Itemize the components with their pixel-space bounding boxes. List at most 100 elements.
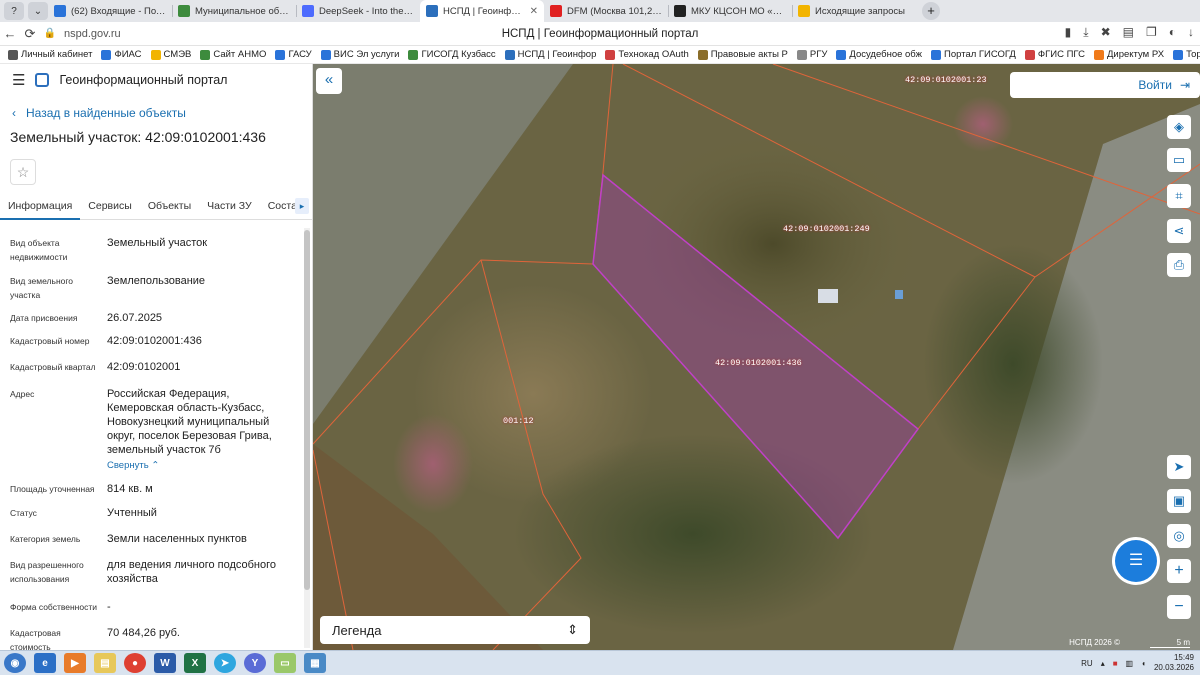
folder-icon xyxy=(798,5,810,17)
collections-icon[interactable]: ❐ xyxy=(1146,25,1157,40)
geolocation-icon[interactable]: ◎ xyxy=(1167,524,1191,548)
menu-icon[interactable]: ☰ xyxy=(12,71,25,89)
browser-tab[interactable]: Исходящие запросы xyxy=(792,0,916,22)
legend-dropdown[interactable]: Легенда ⇕ xyxy=(320,616,590,644)
portal-title: Геоинформационный портал xyxy=(59,73,228,87)
back-to-results-link[interactable]: ‹ Назад в найденные объекты xyxy=(12,106,312,120)
bookmark-icon xyxy=(8,49,18,60)
app-icon[interactable]: ▦ xyxy=(304,653,326,673)
browser-tab[interactable]: МКУ КЦСОН МО «Новок xyxy=(668,0,792,22)
network-icon[interactable]: ▥ xyxy=(1126,659,1134,668)
chevron-up-icon: ⌃ xyxy=(151,460,160,471)
bookmark-item[interactable]: РГУ xyxy=(796,49,827,60)
bookmark-item[interactable]: Досудебное обж xyxy=(836,49,922,60)
print-icon[interactable]: ⎙ xyxy=(1167,253,1191,277)
telegram-icon[interactable]: ➤ xyxy=(214,653,236,673)
word-icon[interactable]: W xyxy=(154,653,176,673)
satellite-imagery xyxy=(313,64,1200,650)
bookmark-icon xyxy=(320,49,331,60)
select-area-icon[interactable]: ⌗ xyxy=(1167,184,1191,208)
scale-bar: 5 m xyxy=(1150,638,1190,648)
favorite-star-icon[interactable]: ☆ xyxy=(10,159,36,185)
bookmark-icon xyxy=(1024,49,1035,60)
login-icon: ⇥ xyxy=(1179,78,1190,92)
chat-icon[interactable]: ☰ xyxy=(1115,540,1157,582)
ie-icon[interactable]: e xyxy=(34,653,56,673)
tray-chevron-icon[interactable]: ▴ xyxy=(1101,659,1105,668)
security-icon[interactable]: ■ xyxy=(1113,659,1118,668)
extension-icon[interactable]: ✖ xyxy=(1101,25,1111,40)
browser-tab[interactable]: Муниципальное образован xyxy=(172,0,296,22)
tab-info[interactable]: Информация xyxy=(0,194,81,220)
screen: { "browser": { "tabs": [ {"title": "(62)… xyxy=(0,0,1200,675)
download-icon[interactable]: ⤓ xyxy=(1083,25,1088,40)
clock[interactable]: 15:49 20.03.2026 xyxy=(1154,653,1194,673)
browser-actions: ▮ ⤓ ✖ ▤ ❐ ◐ ↓ xyxy=(1065,25,1194,40)
start-icon[interactable]: ◉ xyxy=(4,653,26,673)
bookmark-icon xyxy=(1173,49,1184,60)
zoom-out-button[interactable]: − xyxy=(1167,595,1191,619)
browser-menu-icon[interactable]: ? xyxy=(4,2,24,20)
page-title: НСПД | Геоинформационный портал xyxy=(501,27,699,40)
browser-tab-active[interactable]: НСПД | Геоинформацион✕ xyxy=(420,0,544,22)
close-tab-icon[interactable]: ✕ xyxy=(530,6,538,17)
browser-tab[interactable]: DeepSeek - Into the Unkno xyxy=(296,0,420,22)
basemap-icon[interactable]: ▣ xyxy=(1167,489,1191,513)
bookmark-item[interactable]: НСПД | Геоинфор xyxy=(504,49,596,60)
explorer-icon[interactable]: ▤ xyxy=(94,653,116,673)
layers-icon[interactable]: ◈ xyxy=(1167,115,1191,139)
bookmark-item[interactable]: ГИСОГД Кузбасс xyxy=(408,49,496,60)
volume-icon[interactable]: ◖ xyxy=(1141,659,1146,668)
share-icon[interactable]: ⋖ xyxy=(1167,219,1191,243)
bookmark-item[interactable]: Портал ГИСОГД xyxy=(931,49,1016,60)
bookmark-item[interactable]: ГАСУ xyxy=(275,49,312,60)
bookmark-icon[interactable]: ▮ xyxy=(1065,25,1072,40)
new-tab-button[interactable]: + xyxy=(922,2,940,20)
bookmark-item[interactable]: Правовые акты P xyxy=(697,49,788,60)
bookmark-item[interactable]: Торги xyxy=(1173,49,1200,60)
bookmark-item[interactable]: Личный кабинет xyxy=(8,49,92,60)
browser-tab[interactable]: (62) Входящие - Почта Mail xyxy=(48,0,172,22)
tab-parts[interactable]: Части ЗУ xyxy=(199,194,260,220)
scrollbar-thumb[interactable] xyxy=(304,230,310,590)
map-view[interactable]: 42:09:0102001:23 42:09:0102001:249 42:09… xyxy=(313,64,1200,650)
bookmark-icon xyxy=(150,49,161,60)
system-tray: RU ▴ ■ ▥ ◖ 15:49 20.03.2026 xyxy=(1081,653,1194,673)
media-player-icon[interactable]: ▶ xyxy=(64,653,86,673)
bookmark-icon xyxy=(605,49,616,60)
tab-services[interactable]: Сервисы xyxy=(80,194,140,220)
bookmark-item[interactable]: Директум РХ xyxy=(1093,49,1164,60)
download-tray-icon[interactable]: ↓ xyxy=(1188,25,1194,40)
ruler-icon[interactable]: ▭ xyxy=(1167,148,1191,172)
profile-icon[interactable]: ◐ xyxy=(1169,25,1176,40)
bookmark-item[interactable]: ФГИС ПГС xyxy=(1024,49,1085,60)
locate-icon[interactable]: ➤ xyxy=(1167,455,1191,479)
panel-scrollbar[interactable] xyxy=(304,228,310,648)
browser-tab-strip: ? ⌄ (62) Входящие - Почта Mail Муниципал… xyxy=(0,0,1200,22)
collapse-link[interactable]: Свернуть ⌃ xyxy=(107,459,292,473)
bookmark-item[interactable]: ВИС Эл услуги xyxy=(320,49,399,60)
language-indicator[interactable]: RU xyxy=(1081,659,1093,668)
bookmark-item[interactable]: СМЭВ xyxy=(150,49,191,60)
reader-icon[interactable]: ▤ xyxy=(1123,25,1134,40)
municipal-icon xyxy=(178,5,190,17)
zoom-in-button[interactable]: + xyxy=(1167,559,1191,583)
tab-list-chevron-icon[interactable]: ⌄ xyxy=(28,2,48,20)
folder-app-icon[interactable]: ▭ xyxy=(274,653,296,673)
bookmark-icon xyxy=(836,49,847,60)
portal-header: ☰ Геоинформационный портал xyxy=(0,64,312,96)
collapse-panel-button[interactable]: « xyxy=(316,68,342,94)
site-icon xyxy=(674,5,686,17)
bookmark-item[interactable]: Технокад OAuth xyxy=(605,49,689,60)
tabs-scroll-right-icon[interactable]: ▸ xyxy=(295,198,309,214)
browser-tab[interactable]: DFM (Москва 101,2 FM) - xyxy=(544,0,668,22)
yandex-browser-icon[interactable]: Y xyxy=(244,653,266,673)
bookmark-icon xyxy=(504,49,515,60)
chrome-icon[interactable]: ● xyxy=(124,653,146,673)
excel-icon[interactable]: X xyxy=(184,653,206,673)
login-button[interactable]: Войти ⇥ xyxy=(1010,72,1200,98)
bookmark-item[interactable]: Сайт АНМО xyxy=(200,49,266,60)
bookmark-item[interactable]: ФИАС xyxy=(101,49,142,60)
tab-objects[interactable]: Объекты xyxy=(140,194,199,220)
chevron-left-icon: ‹ xyxy=(12,106,16,120)
